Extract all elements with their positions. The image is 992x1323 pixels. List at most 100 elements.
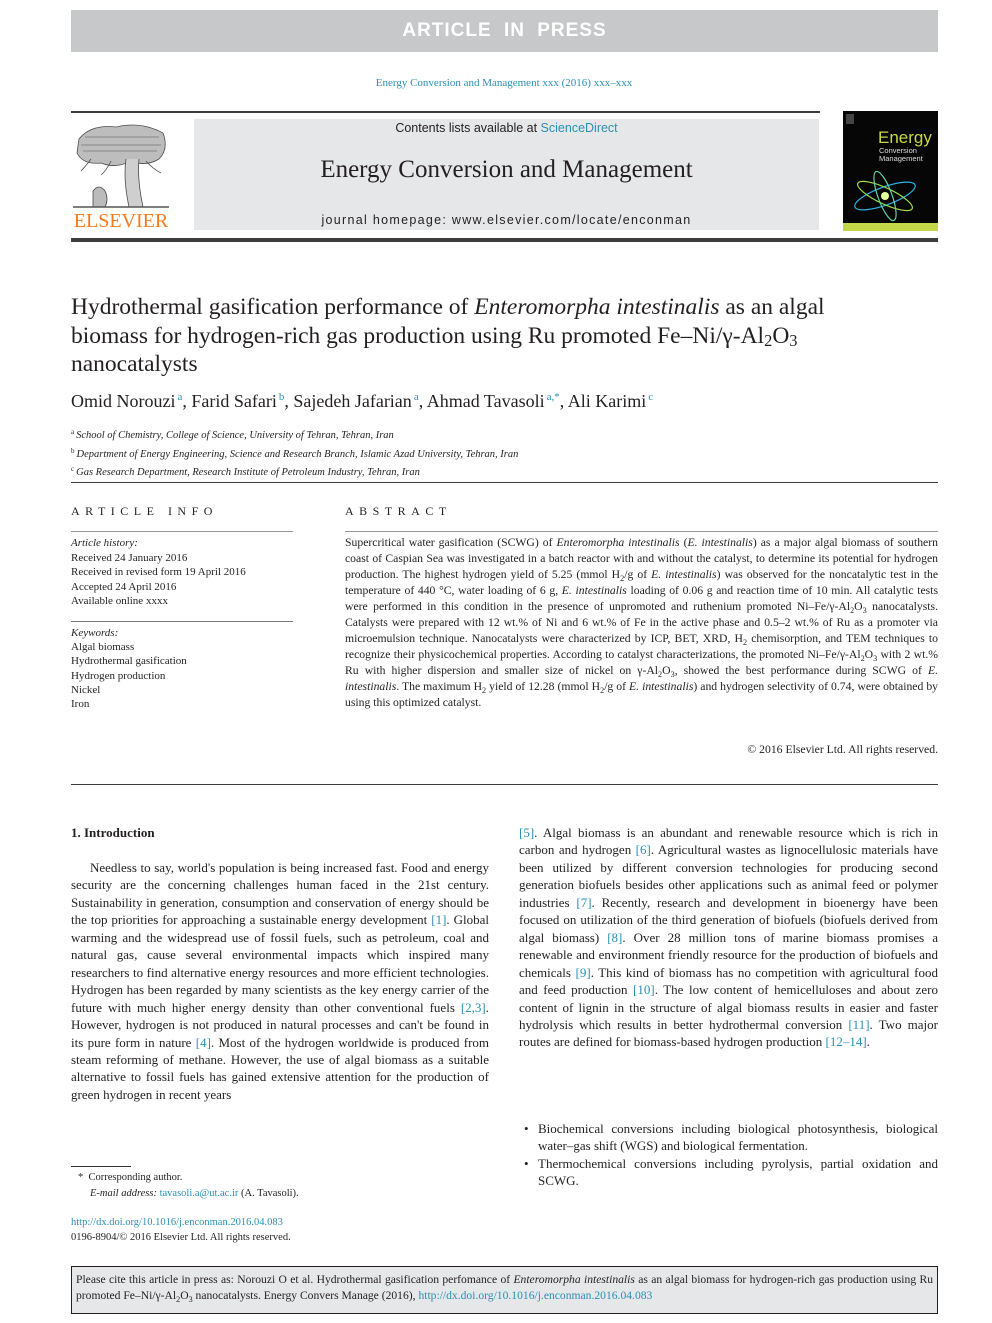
issn-copyright: 0196-8904/© 2016 Elsevier Ltd. All right…	[71, 1231, 291, 1243]
article-info-heading: ARTICLE INFO	[71, 504, 218, 518]
history-item: Received 24 January 2016	[71, 551, 188, 564]
cover-art-icon: Energy Conversion Management	[843, 111, 938, 231]
article-title: Hydrothermal gasification performance of…	[71, 293, 831, 379]
journal-reference-link[interactable]: Energy Conversion and Management xxx (20…	[0, 77, 992, 89]
reference-link[interactable]: [8]	[607, 930, 622, 945]
article-info-divider	[71, 531, 293, 532]
homepage-prefix: journal homepage:	[321, 213, 452, 227]
author-affiliation-link[interactable]: c	[648, 391, 653, 403]
author-name: Omid Norouzi	[71, 391, 176, 411]
journal-homepage: journal homepage: www.elsevier.com/locat…	[194, 213, 819, 227]
author-name: Ali Karimi	[567, 391, 647, 411]
affiliations: a School of Chemistry, College of Science…	[71, 425, 871, 481]
author: Ahmad Tavasoli a,*	[427, 391, 560, 411]
header-rule-bottom	[71, 238, 938, 242]
abstract-heading: ABSTRACT	[345, 504, 452, 518]
title-divider	[71, 482, 938, 483]
citation-suffix: nanocatalysts. Energy Convers Manage (20…	[192, 1289, 419, 1302]
introduction-heading: 1. Introduction	[71, 825, 155, 840]
corresponding-line: * Corresponding author.	[78, 1170, 498, 1186]
homepage-url[interactable]: www.elsevier.com/locate/enconman	[452, 213, 692, 227]
affiliation-text: Department of Energy Engineering, Scienc…	[76, 448, 519, 460]
keyword: Hydrogen production	[71, 669, 166, 682]
affiliation-key: b	[71, 446, 75, 455]
elsevier-wordmark: ELSEVIER	[73, 210, 169, 232]
affiliation-text: Gas Research Department, Research Instit…	[76, 467, 420, 478]
author-affiliation-link[interactable]: a	[414, 391, 419, 403]
keyword: Algal biomass	[71, 641, 135, 654]
keyword: Hydrothermal gasification	[71, 655, 187, 668]
affiliation: a School of Chemistry, College of Science…	[71, 425, 871, 444]
reference-link[interactable]: [5]	[519, 825, 534, 840]
title-end: nanocatalysts	[71, 351, 198, 377]
author-list: Omid Norouzi a, Farid Safari b, Sajedeh Ja…	[71, 391, 654, 411]
reference-link[interactable]: [7]	[576, 895, 591, 910]
author-name: Ahmad Tavasoli	[426, 391, 545, 411]
citation-prefix: Please cite this article in press as: No…	[76, 1273, 514, 1286]
email-owner: (A. Tavasoli).	[241, 1188, 299, 1199]
author: Ali Karimi c	[568, 391, 653, 411]
list-item: Thermochemical conversions including pyr…	[519, 1155, 938, 1190]
keywords-divider	[71, 621, 293, 622]
reference-link[interactable]: [2,3]	[461, 1000, 486, 1015]
reference-link[interactable]: [10]	[633, 982, 655, 997]
keyword: Iron	[71, 698, 90, 711]
affiliation: b Department of Energy Engineering, Scien…	[71, 444, 871, 463]
affiliation-text: School of Chemistry, College of Science,…	[76, 430, 394, 441]
title-species: Enteromorpha intestinalis	[474, 294, 720, 320]
citation-species: Enteromorpha intestinalis	[513, 1273, 635, 1286]
abstract-sentence: Supercritical water gasification (SCWG) …	[345, 536, 939, 709]
contents-availability: Contents lists available at ScienceDirec…	[194, 121, 819, 135]
history-item: Available online xxxx	[71, 595, 168, 607]
title-mid: O	[772, 322, 790, 349]
reference-link[interactable]: [12–14]	[826, 1034, 867, 1049]
corresponding-label: Corresponding author.	[88, 1172, 183, 1183]
body-column-right: [5]. Algal biomass is an abundant and re…	[519, 825, 938, 1050]
journal-cover-image: Energy Conversion Management	[843, 111, 938, 231]
author-name: Farid Safari	[191, 391, 277, 411]
reference-link[interactable]: [1]	[431, 912, 446, 927]
keywords-label: Keywords:	[71, 627, 119, 639]
routes-list: Biochemical conversions including biolog…	[519, 1120, 938, 1190]
history-item: Received in revised form 19 April 2016	[71, 566, 246, 578]
doi-link[interactable]: http://dx.doi.org/10.1016/j.enconman.201…	[71, 1217, 283, 1228]
footnote-marker: *	[78, 1172, 84, 1183]
author-name: Sajedeh Jafarian	[293, 391, 412, 411]
email-label: E-mail address:	[90, 1188, 157, 1199]
author: Sajedeh Jafarian a	[293, 391, 418, 411]
affiliation-key: c	[71, 465, 75, 473]
history-label: Article history:	[71, 537, 138, 549]
reference-link[interactable]: [4]	[196, 1035, 211, 1050]
abstract-text: Supercritical water gasification (SCWG) …	[345, 535, 938, 710]
email-link[interactable]: tavasoli.a@ut.ac.ir	[160, 1188, 239, 1199]
email-line: E-mail address: tavasoli.a@ut.ac.ir (A. …	[78, 1186, 498, 1202]
title-part-1: Hydrothermal gasification performance of	[71, 294, 475, 320]
keyword: Nickel	[71, 683, 101, 696]
citation-box: Please cite this article in press as: No…	[71, 1266, 938, 1314]
keywords: Keywords: Algal biomass Hydrothermal gas…	[71, 626, 301, 711]
footnote-rule	[71, 1166, 131, 1167]
author-affiliation-link[interactable]: a,*	[547, 391, 560, 403]
title-sub-2: 3	[789, 330, 798, 350]
author-affiliation-link[interactable]: a	[177, 391, 182, 403]
sciencedirect-link[interactable]: ScienceDirect	[541, 121, 618, 135]
body-column-left: Needless to say, world's population is b…	[71, 860, 490, 1102]
affiliation-key: a	[71, 428, 75, 436]
citation-doi-link[interactable]: http://dx.doi.org/10.1016/j.enconman.201…	[418, 1289, 652, 1302]
abstract-divider	[345, 531, 938, 532]
journal-title: Energy Conversion and Management	[320, 156, 693, 183]
author-affiliation-link[interactable]: b	[279, 391, 285, 403]
citation-mid2: O	[180, 1289, 189, 1302]
reference-link[interactable]: [6]	[636, 842, 651, 857]
author: Omid Norouzi a	[71, 391, 182, 411]
article-history: Article history: Received 24 January 201…	[71, 536, 301, 609]
list-item: Biochemical conversions including biolog…	[519, 1120, 938, 1155]
abstract-copyright: © 2016 Elsevier Ltd. All rights reserved…	[747, 743, 938, 756]
cover-subtitle-2: Management	[879, 154, 924, 163]
reference-link[interactable]: [11]	[848, 1017, 869, 1032]
doi-block: http://dx.doi.org/10.1016/j.enconman.201…	[71, 1216, 491, 1245]
header-rule-top	[71, 111, 820, 113]
reference-link[interactable]: [9]	[576, 965, 591, 980]
corresponding-author-footnote: * Corresponding author. E-mail address: …	[78, 1170, 498, 1202]
cover-title: Energy	[878, 128, 932, 147]
